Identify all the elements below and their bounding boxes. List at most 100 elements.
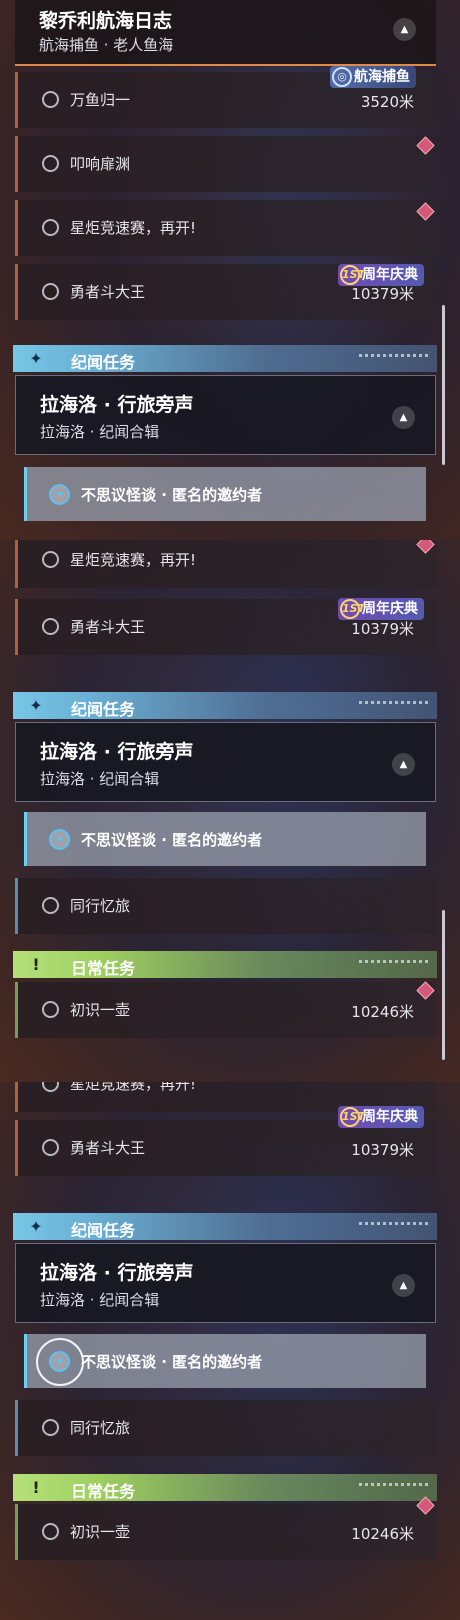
quest-group-title: 黎乔利航海日志	[39, 10, 173, 32]
quest-status-circle-icon	[42, 551, 59, 568]
quest-status-circle-icon	[42, 1082, 59, 1092]
quest-sub-item[interactable]: ✦ 不思议怪谈 · 匿名的邀约者	[24, 812, 426, 866]
quest-label: 同行忆旅	[70, 1419, 131, 1437]
quest-status-circle-icon	[42, 1001, 59, 1018]
quest-distance: 10246米	[351, 1525, 414, 1543]
quest-distance: 10379米	[351, 1141, 414, 1159]
badge-label: 周年庆典	[362, 1109, 418, 1125]
quest-group-subtitle: 拉海洛 · 纪闻合辑	[40, 770, 160, 788]
quest-status-circle-icon	[42, 1139, 59, 1156]
quest-sub-label: 不思议怪谈 · 匿名的邀约者	[81, 1353, 263, 1371]
anniversary-badge: 1ST 周年庆典	[338, 264, 424, 286]
quest-group-card[interactable]: 拉海洛 · 行旅旁声 拉海洛 · 纪闻合辑 ▲	[15, 722, 436, 802]
quest-group-title: 拉海洛 · 行旅旁声	[40, 1262, 194, 1284]
quest-group-card[interactable]: 拉海洛 · 行旅旁声 拉海洛 · 纪闻合辑 ▲	[15, 1243, 436, 1323]
quest-status-circle-icon	[42, 618, 59, 635]
compass-icon: ✦	[49, 829, 70, 850]
quest-label: 星炬竞速赛，再开!	[70, 551, 197, 569]
quest-row[interactable]: 叩响扉渊	[15, 136, 436, 192]
section-decoration	[359, 960, 429, 963]
quest-group-subtitle: 拉海洛 · 纪闻合辑	[40, 1291, 160, 1309]
sparkle-icon: ✦	[29, 1217, 43, 1236]
quest-row-companion[interactable]: 同行忆旅	[15, 878, 436, 934]
quest-label: 勇者斗大王	[70, 283, 146, 301]
quest-group-title: 拉海洛 · 行旅旁声	[40, 394, 194, 416]
quest-tracker-frame-3: 星炬竞速赛，再开! 勇者斗大王 10379米 1ST 周年庆典 ✦ 纪闻任务 拉…	[0, 1082, 460, 1620]
quest-label: 星炬竞速赛，再开!	[70, 219, 197, 237]
section-header-chronicle: ✦ 纪闻任务	[13, 345, 437, 372]
quest-group-subtitle: 航海捕鱼 · 老人鱼海	[39, 36, 174, 54]
anniversary-badge: 1ST 周年庆典	[338, 1106, 424, 1128]
quest-status-circle-icon	[42, 219, 59, 236]
quest-label: 勇者斗大王	[70, 618, 146, 636]
quest-distance: 3520米	[360, 93, 414, 111]
quest-distance: 10379米	[351, 620, 414, 638]
quest-sub-item[interactable]: ✦ 不思议怪谈 · 匿名的邀约者	[24, 1334, 426, 1388]
quest-group-card[interactable]: 拉海洛 · 行旅旁声 拉海洛 · 纪闻合辑 ▲	[15, 375, 436, 455]
compass-icon: ✦	[49, 484, 70, 505]
quest-row[interactable]: 星炬竞速赛，再开!	[15, 540, 436, 588]
quest-status-circle-icon	[42, 897, 59, 914]
section-header-daily: ! 日常任务	[13, 1474, 437, 1501]
quest-group-subtitle: 拉海洛 · 纪闻合辑	[40, 423, 160, 441]
quest-status-circle-icon	[42, 91, 59, 108]
quest-status-circle-icon	[42, 1523, 59, 1540]
quest-sub-item[interactable]: ✦ 不思议怪谈 · 匿名的邀约者	[24, 467, 426, 521]
quest-group-card-voyage-log[interactable]: 黎乔利航海日志 航海捕鱼 · 老人鱼海 ▲	[15, 0, 436, 66]
quest-label: 同行忆旅	[70, 897, 131, 915]
quest-status-circle-icon	[42, 283, 59, 300]
chevron-up-icon[interactable]: ▲	[393, 18, 416, 41]
quest-label: 勇者斗大王	[70, 1139, 146, 1157]
quest-sub-label: 不思议怪谈 · 匿名的邀约者	[81, 831, 263, 849]
scrollbar[interactable]	[442, 305, 445, 465]
scrollbar[interactable]	[442, 910, 445, 1060]
section-title: 纪闻任务	[71, 353, 136, 372]
section-header-chronicle: ✦ 纪闻任务	[13, 1213, 437, 1240]
fishing-icon: ◎	[332, 67, 352, 87]
quest-row-companion[interactable]: 同行忆旅	[15, 1400, 436, 1456]
sparkle-icon: ✦	[29, 696, 43, 715]
quest-sub-label: 不思议怪谈 · 匿名的邀约者	[81, 486, 263, 504]
quest-label: 星炬竞速赛，再开!	[70, 1082, 197, 1093]
badge-label: 周年庆典	[362, 601, 418, 617]
section-title: 日常任务	[71, 1482, 136, 1501]
quest-label: 万鱼归一	[70, 91, 131, 109]
anniversary-icon: 1ST	[340, 265, 365, 285]
badge-label: 航海捕鱼	[354, 69, 410, 85]
exclamation-icon: !	[32, 955, 40, 974]
quest-status-circle-icon	[42, 1419, 59, 1436]
exclamation-icon: !	[32, 1478, 40, 1497]
quest-row[interactable]: 星炬竞速赛，再开!	[15, 200, 436, 256]
section-title: 日常任务	[71, 959, 136, 978]
quest-label: 初识一壶	[70, 1523, 131, 1541]
anniversary-icon: 1ST	[340, 599, 365, 619]
section-header-daily: ! 日常任务	[13, 951, 437, 978]
section-header-chronicle: ✦ 纪闻任务	[13, 692, 437, 719]
quest-row-daily[interactable]: 初识一壶 10246米	[15, 1504, 436, 1560]
section-decoration	[359, 1222, 429, 1225]
section-title: 纪闻任务	[71, 1221, 136, 1240]
quest-row[interactable]: 勇者斗大王 10379米	[15, 1120, 436, 1176]
quest-tracker-frame-2: 星炬竞速赛，再开! 勇者斗大王 10379米 1ST 周年庆典 ✦ 纪闻任务 拉…	[0, 540, 460, 1082]
section-title: 纪闻任务	[71, 700, 136, 719]
quest-tracker-frame-1: 黎乔利航海日志 航海捕鱼 · 老人鱼海 ▲ 万鱼归一 3520米 ◎ 航海捕鱼 …	[0, 0, 460, 540]
section-decoration	[359, 354, 429, 357]
fishing-badge: ◎ 航海捕鱼	[330, 66, 416, 88]
quest-label: 初识一壶	[70, 1001, 131, 1019]
quest-row-daily[interactable]: 初识一壶 10246米	[15, 982, 436, 1038]
quest-status-circle-icon	[42, 155, 59, 172]
chevron-up-icon[interactable]: ▲	[392, 406, 415, 429]
quest-label: 叩响扉渊	[70, 155, 131, 173]
anniversary-badge: 1ST 周年庆典	[338, 598, 424, 620]
chevron-up-icon[interactable]: ▲	[392, 753, 415, 776]
anniversary-icon: 1ST	[340, 1107, 365, 1127]
compass-icon: ✦	[49, 1351, 70, 1372]
badge-label: 周年庆典	[362, 267, 418, 283]
section-decoration	[359, 701, 429, 704]
sparkle-icon: ✦	[29, 349, 43, 368]
chevron-up-icon[interactable]: ▲	[392, 1274, 415, 1297]
quest-distance: 10379米	[351, 285, 414, 303]
quest-distance: 10246米	[351, 1003, 414, 1021]
section-decoration	[359, 1483, 429, 1486]
quest-group-title: 拉海洛 · 行旅旁声	[40, 741, 194, 763]
